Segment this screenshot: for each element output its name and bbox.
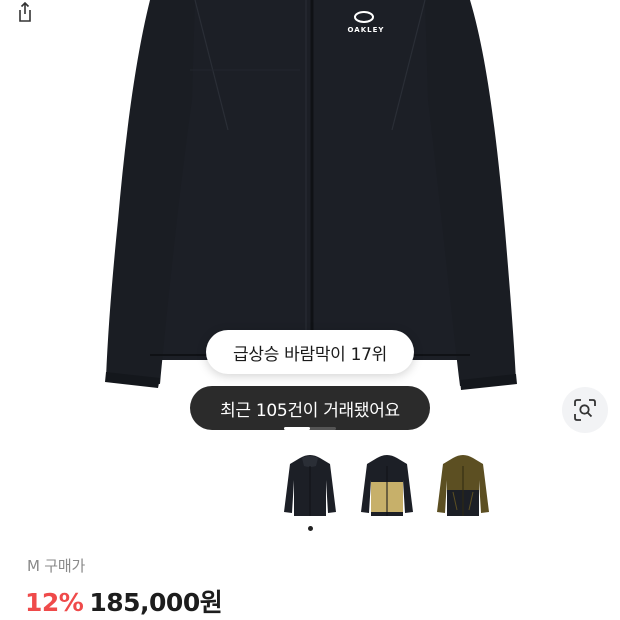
product-main-image[interactable]: OAKLEY [0,0,620,440]
lens-search-icon [574,399,596,421]
image-search-button[interactable] [562,387,608,433]
variant-thumbnail-khaki[interactable] [357,450,417,522]
selected-variant-dot [308,526,313,531]
size-price-label: M 구매가 [27,557,86,575]
share-icon [19,2,31,22]
share-button[interactable] [15,0,35,24]
trade-count-badge[interactable]: 최근 105건이 거래됐어요 [190,386,430,430]
jacket-illustration: OAKLEY [105,0,517,390]
variant-thumbnail-black[interactable] [280,450,340,522]
slide-indicator-progress [284,427,310,430]
brand-logo-text: OAKLEY [348,26,385,34]
price-value: 185,000원 [89,588,223,617]
price-row: 12% 185,000원 [25,583,223,619]
rank-badge[interactable]: 급상승 바람막이 17위 [206,330,414,374]
discount-rate: 12% [25,588,84,617]
variant-thumbnail-olive[interactable] [433,450,493,522]
